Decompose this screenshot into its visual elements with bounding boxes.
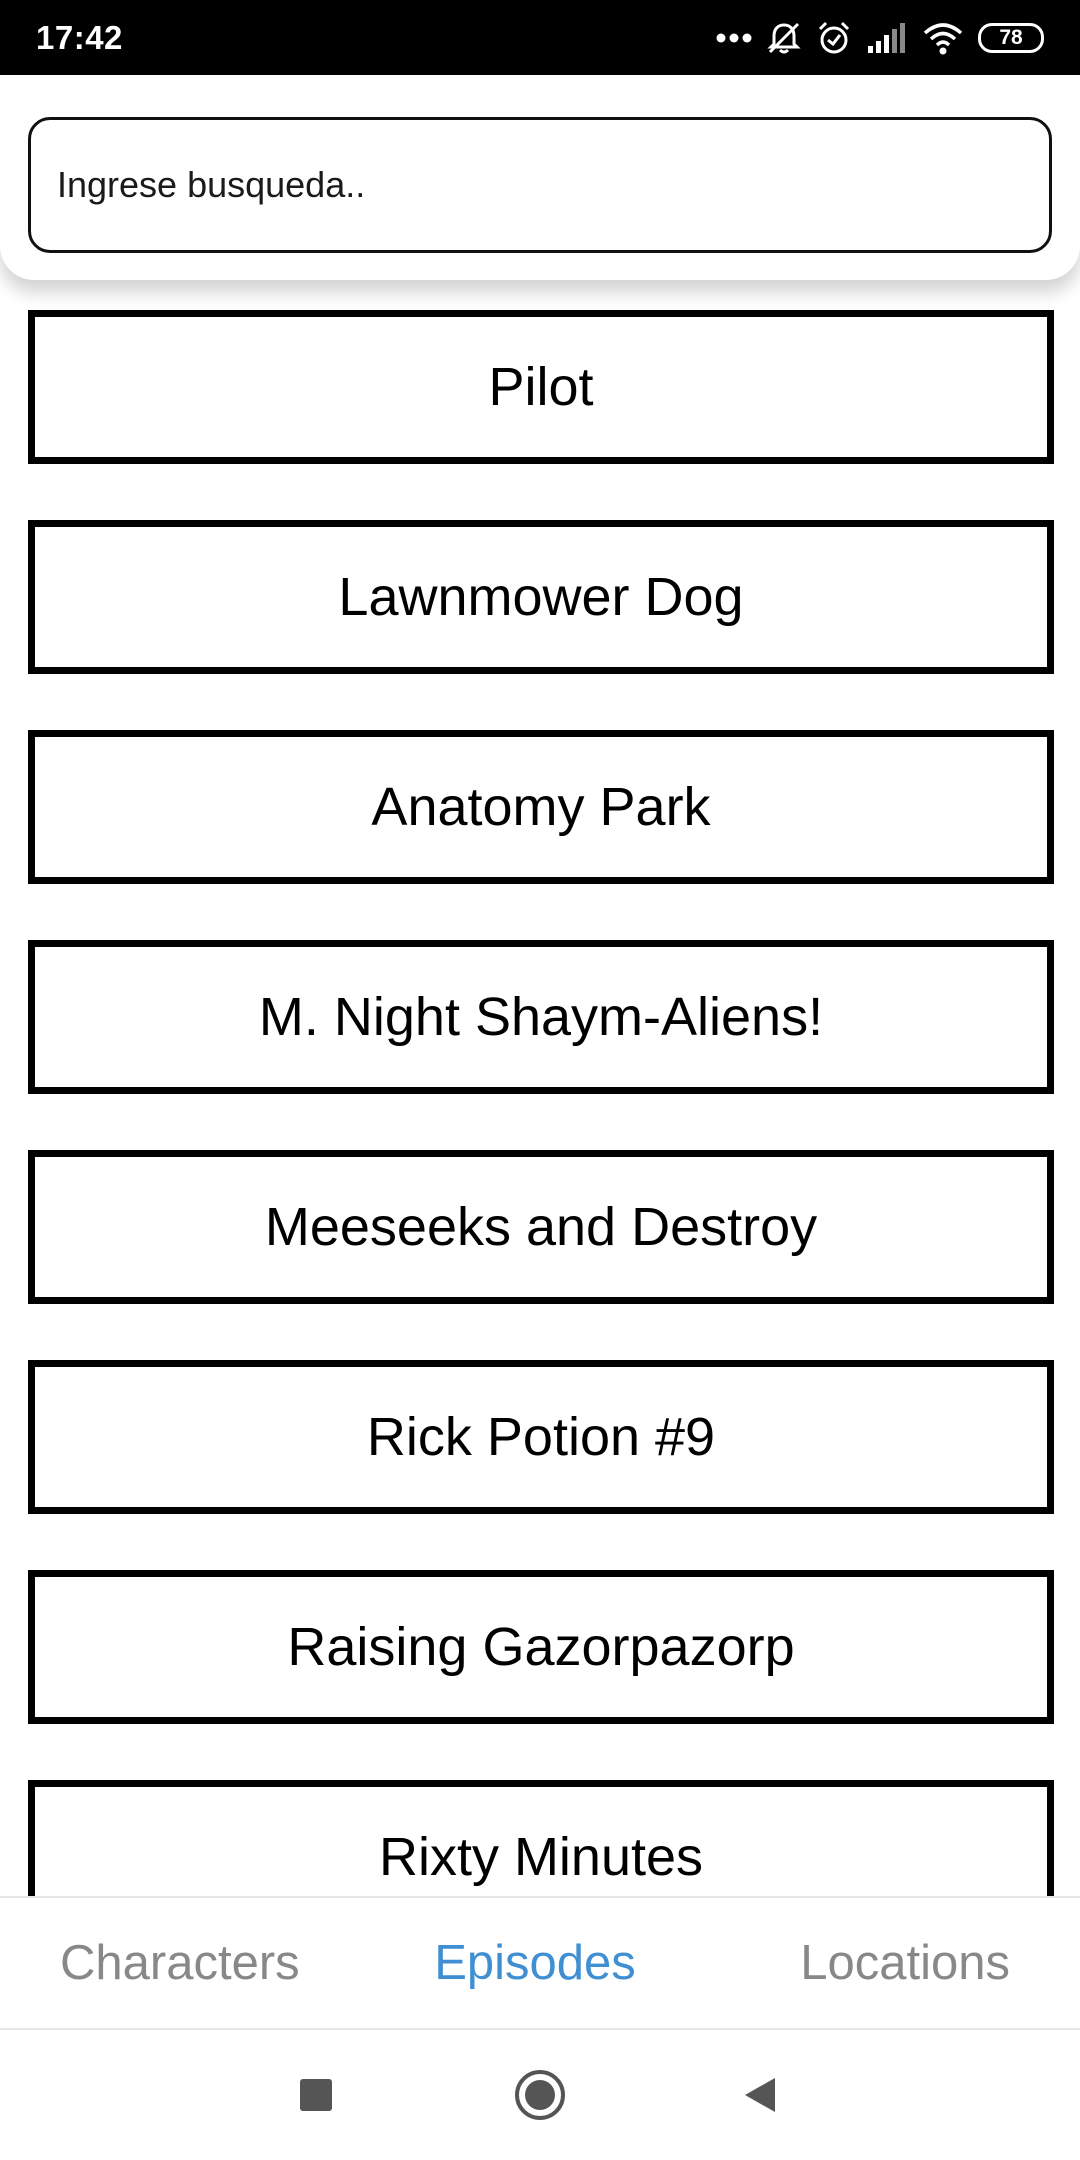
notifications-off-icon [766,20,802,56]
more-dots-icon [716,32,752,44]
alarm-icon [816,20,852,56]
search-header [0,75,1080,280]
search-input[interactable] [28,117,1052,253]
system-nav-bar [0,2030,1080,2160]
back-triangle-icon[interactable] [700,2030,820,2160]
battery-icon: 78 [978,22,1044,53]
episode-card-lawnmower-dog[interactable]: Lawnmower Dog [28,520,1054,674]
episode-card-raising-gazorpazorp[interactable]: Raising Gazorpazorp [28,1570,1054,1724]
tab-locations[interactable]: Locations [693,1935,1080,1991]
episode-card-meeseeks-and-destroy[interactable]: Meeseeks and Destroy [28,1150,1054,1304]
status-time: 17:42 [36,19,123,56]
signal-icon [866,22,908,54]
tab-episodes[interactable]: Episodes [377,1935,694,1991]
status-icons: 78 [716,0,1044,75]
episode-card-rixty-minutes[interactable]: Rixty Minutes [28,1780,1054,1896]
episode-list-viewport[interactable]: Pilot Lawnmower Dog Anatomy Park M. Nigh… [0,280,1080,1896]
recents-square-icon[interactable] [256,2030,376,2160]
episode-card-pilot[interactable]: Pilot [28,310,1054,464]
home-circle-icon[interactable] [480,2030,600,2160]
wifi-icon [922,21,964,55]
status-bar: 17:42 78 [0,0,1080,75]
bottom-tab-bar: Characters Episodes Locations [0,1896,1080,2030]
episode-list: Pilot Lawnmower Dog Anatomy Park M. Nigh… [0,310,1080,1896]
episode-card-anatomy-park[interactable]: Anatomy Park [28,730,1054,884]
episode-card-m-night-shaym-aliens[interactable]: M. Night Shaym-Aliens! [28,940,1054,1094]
tab-characters[interactable]: Characters [0,1935,377,1991]
episode-card-rick-potion-9[interactable]: Rick Potion #9 [28,1360,1054,1514]
